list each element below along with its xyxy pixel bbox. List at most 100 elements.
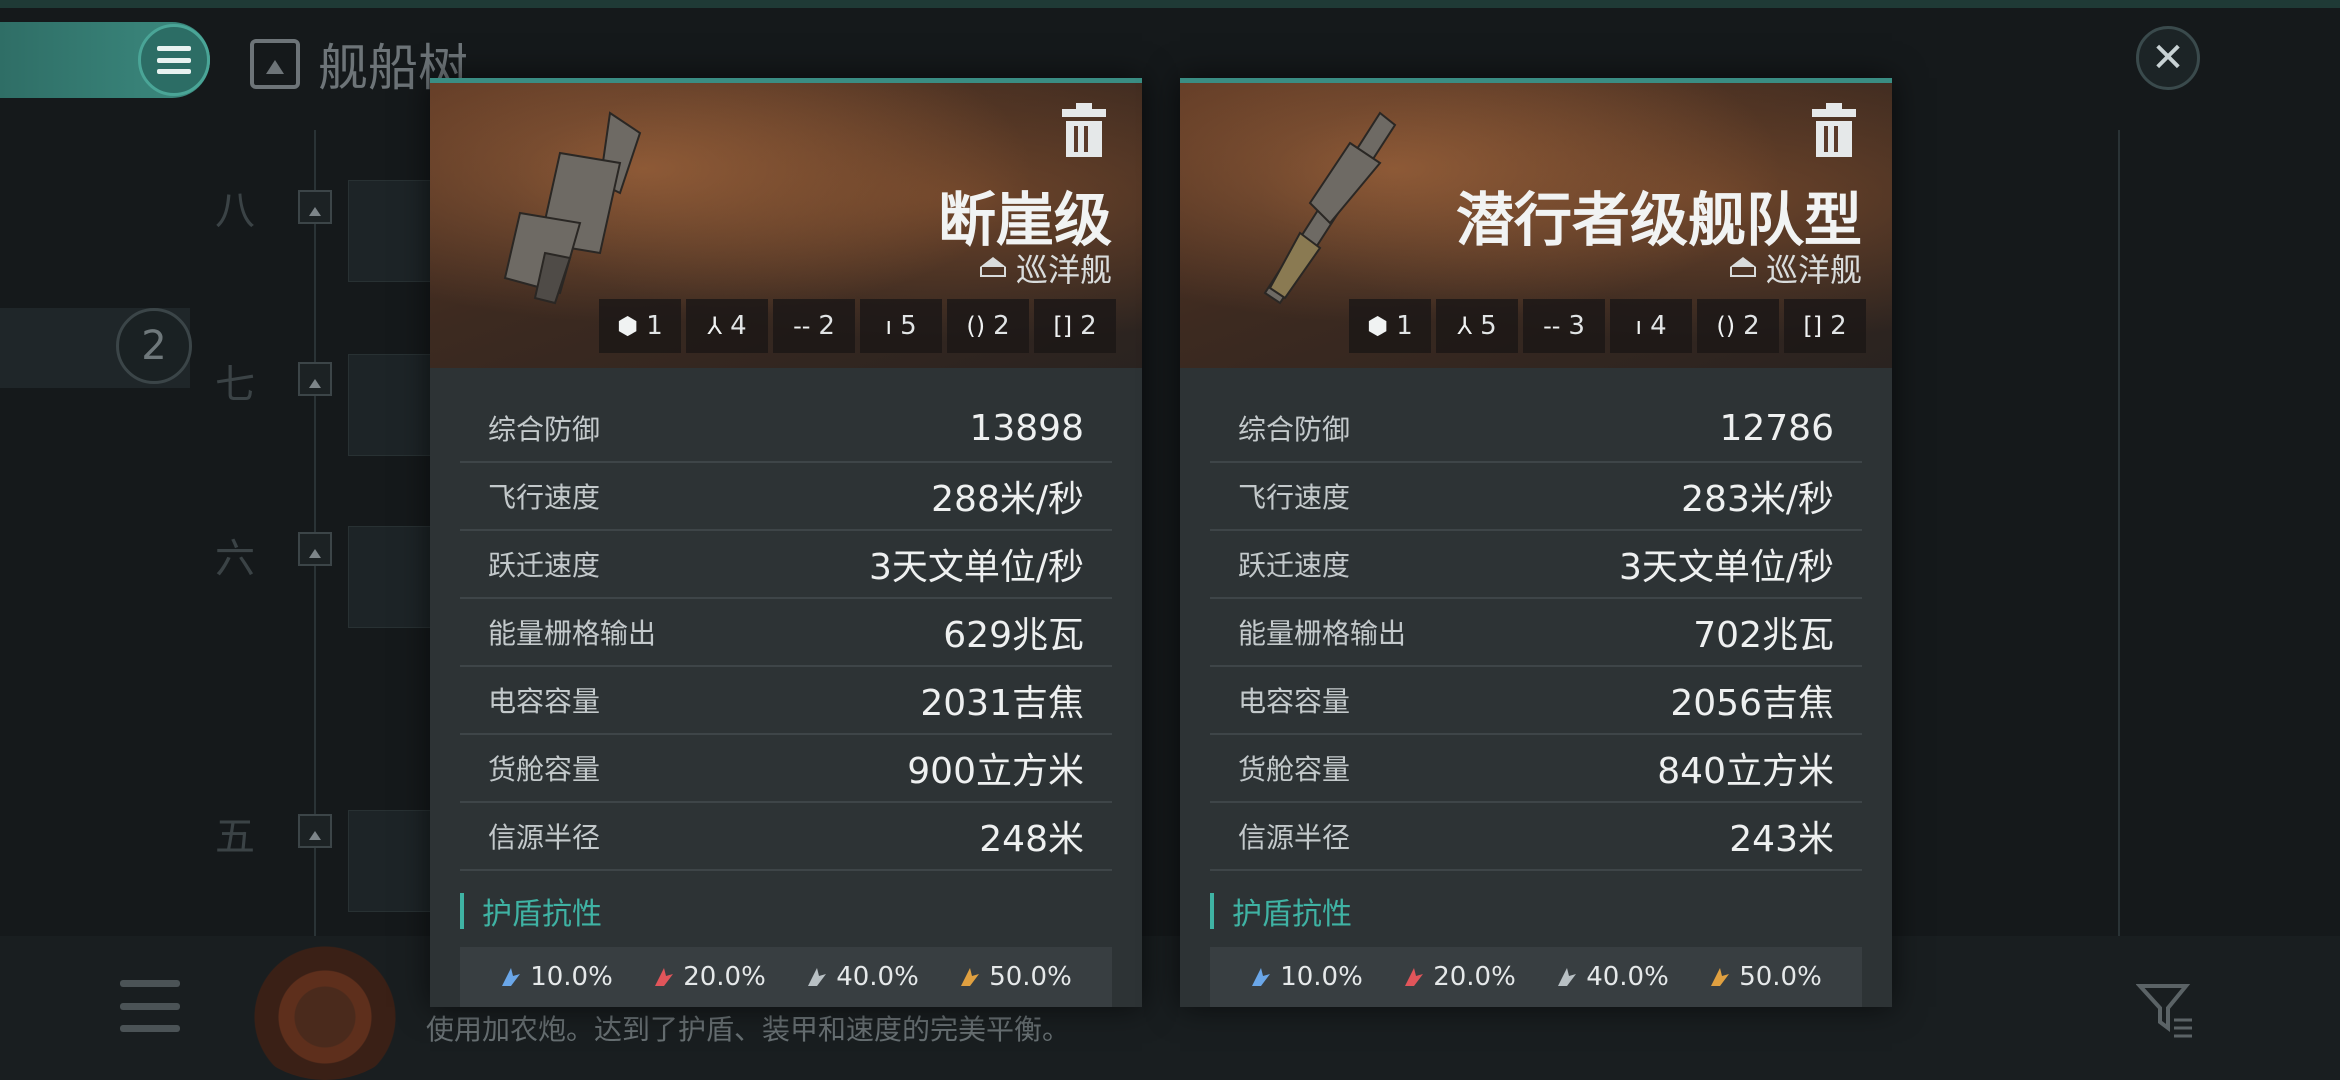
slot-count: 2: [1830, 311, 1847, 341]
high-slot-icon: ⅄: [1457, 312, 1473, 340]
slot-count: 4: [1650, 311, 1667, 341]
stat-row: 货舱容量 840立方米: [1210, 735, 1862, 803]
thermal-resist-icon: [655, 968, 674, 986]
subsystem-slot-icon: []: [1053, 312, 1073, 340]
stat-row: 飞行速度 283米/秒: [1210, 463, 1862, 531]
stat-row: 综合防御 12786: [1210, 395, 1862, 463]
slot-drone: ⬢ 1: [599, 299, 681, 353]
resist-thermal: 20.0%: [1403, 962, 1516, 992]
shield-resist-title: 护盾抗性: [1210, 889, 1352, 933]
slot-summary: ⬢ 1 ⅄ 5 -- 3 ı4 () 2 [] 2: [1349, 299, 1866, 353]
ship-description: 使用加农炮。达到了护盾、装甲和速度的完美平衡。: [426, 1013, 1071, 1046]
resist-value: 10.0%: [1280, 962, 1363, 992]
slot-low: ı5: [860, 299, 942, 353]
em-resist-icon: [502, 968, 521, 986]
resist-explosive: 50.0%: [1709, 962, 1822, 992]
kinetic-resist-icon: [808, 968, 827, 986]
ship-card: 潜行者级舰队型 巡洋舰 ⬢ 1 ⅄ 5 -- 3 ı4 () 2 [] 2 综合防御 127…: [1180, 78, 1892, 1007]
stat-value: 283米/秒: [1681, 479, 1834, 520]
stat-row: 电容容量 2056吉焦: [1210, 667, 1862, 735]
stat-value: 2031吉焦: [920, 683, 1084, 724]
stat-value: 13898: [969, 407, 1084, 449]
slot-count: 2: [1743, 311, 1760, 341]
stat-value: 900立方米: [907, 751, 1084, 792]
faction-emblem-icon: [240, 940, 410, 1080]
tier-expand-node[interactable]: [298, 532, 332, 566]
stat-label: 信源半径: [488, 821, 601, 854]
stat-value: 3天文单位/秒: [1618, 547, 1834, 588]
stat-row: 综合防御 13898: [460, 395, 1112, 463]
close-icon: ✕: [2151, 35, 2185, 81]
slot-drone: ⬢ 1: [1349, 299, 1431, 353]
cruiser-class-icon: [979, 257, 1006, 279]
main-menu-button[interactable]: [138, 24, 210, 96]
em-resist-icon: [1252, 968, 1271, 986]
slot-count: 4: [730, 311, 747, 341]
stat-row: 跃迁速度 3天文单位/秒: [1210, 531, 1862, 599]
ship-tree-background: 舰船树 ✕ 八 七 六 五 2 使用加农炮。达到了护盾、装甲和速度的完美平衡。: [0, 0, 2340, 1080]
remove-compare-icon[interactable]: [1062, 103, 1106, 157]
stat-row: 能量栅格输出 702兆瓦: [1210, 599, 1862, 667]
ship-tree-icon: [250, 39, 300, 89]
stat-value: 840立方米: [1657, 751, 1834, 792]
tier-expand-node[interactable]: [298, 190, 332, 224]
slot-count: 2: [818, 311, 835, 341]
ship-image: [1263, 111, 1397, 305]
resist-kinetic: 40.0%: [806, 962, 919, 992]
slot-count: 1: [646, 311, 663, 341]
remove-compare-icon[interactable]: [1812, 103, 1856, 157]
slot-rig: () 2: [947, 299, 1029, 353]
slot-mid: -- 2: [773, 299, 855, 353]
stat-label: 跃迁速度: [1238, 549, 1351, 582]
resist-value: 50.0%: [989, 962, 1072, 992]
stat-value: 702兆瓦: [1693, 615, 1834, 656]
slot-count: 3: [1568, 311, 1585, 341]
slot-subsystem: [] 2: [1034, 299, 1116, 353]
slot-mid: -- 3: [1523, 299, 1605, 353]
ship-class-label: 巡洋舰: [1015, 251, 1112, 289]
compare-count-badge[interactable]: 2: [116, 308, 192, 384]
ship-class: 巡洋舰: [979, 245, 1112, 291]
slot-rig: () 2: [1697, 299, 1779, 353]
tree-line: [2118, 130, 2120, 950]
stat-value: 3天文单位/秒: [868, 547, 1084, 588]
stat-value: 629兆瓦: [943, 615, 1084, 656]
shield-resist-title: 护盾抗性: [460, 889, 602, 933]
resist-value: 20.0%: [683, 962, 766, 992]
kinetic-resist-icon: [1558, 968, 1577, 986]
low-slot-icon: ı: [885, 312, 893, 340]
tier-label: 六: [215, 536, 255, 582]
resist-value: 10.0%: [530, 962, 613, 992]
ship-image: [503, 111, 642, 305]
stat-value: 248米: [979, 819, 1084, 860]
stat-row: 信源半径 243米: [1210, 803, 1862, 871]
tier-expand-node[interactable]: [298, 362, 332, 396]
close-button[interactable]: ✕: [2136, 26, 2200, 90]
resist-em: 10.0%: [1250, 962, 1363, 992]
resist-value: 40.0%: [1586, 962, 1669, 992]
tier-label: 七: [215, 362, 255, 408]
stat-label: 信源半径: [1238, 821, 1351, 854]
stat-label: 综合防御: [1238, 413, 1351, 446]
resist-bar: 10.0% 20.0% 40.0% 50.0%: [460, 947, 1112, 1007]
stat-label: 货舱容量: [1238, 753, 1351, 786]
slot-count: 2: [993, 311, 1010, 341]
stat-row: 能量栅格输出 629兆瓦: [460, 599, 1112, 667]
drone-bay-icon: ⬢: [617, 312, 639, 340]
resist-bar: 10.0% 20.0% 40.0% 50.0%: [1210, 947, 1862, 1007]
tier-label: 五: [215, 814, 255, 860]
cruiser-class-icon: [1729, 257, 1756, 279]
list-menu-icon[interactable]: [120, 980, 180, 1032]
stat-label: 电容容量: [488, 685, 601, 718]
resist-value: 40.0%: [836, 962, 919, 992]
stats-list: 综合防御 12786 飞行速度 283米/秒 跃迁速度 3天文单位/秒 能量栅格输出 7…: [1210, 395, 1862, 871]
slot-count: 2: [1080, 311, 1097, 341]
tier-expand-node[interactable]: [298, 814, 332, 848]
stat-row: 飞行速度 288米/秒: [460, 463, 1112, 531]
ship-class: 巡洋舰: [1729, 245, 1862, 291]
resist-value: 50.0%: [1739, 962, 1822, 992]
filter-icon[interactable]: [2135, 982, 2196, 1038]
drone-bay-icon: ⬢: [1367, 312, 1389, 340]
ship-card: 断崖级 巡洋舰 ⬢ 1 ⅄ 4 -- 2 ı5 () 2 [] 2 综合防御 13898 飞…: [430, 78, 1142, 1007]
ship-class-label: 巡洋舰: [1765, 251, 1862, 289]
